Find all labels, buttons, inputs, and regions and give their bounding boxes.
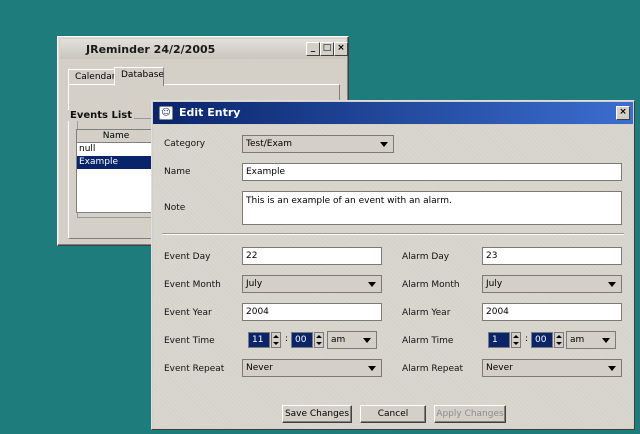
time-separator: : [525,334,529,344]
alarm-month-value: July [486,279,503,289]
window-title: JReminder 24/2/2005 [86,43,216,56]
event-minute-field[interactable]: 00 [291,332,313,348]
event-hour-spinner[interactable] [271,332,281,348]
chevron-down-icon [608,366,616,371]
note-label: Note [164,203,186,213]
event-ampm-select[interactable]: am [327,331,377,349]
event-hour-field[interactable]: 11 [248,332,270,348]
events-list-label: Events List [68,110,134,121]
alarm-year-label: Alarm Year [402,308,451,318]
alarm-hour-spinner[interactable] [511,332,521,348]
spin-down-icon [316,342,322,345]
dialog-title: Edit Entry [179,106,241,119]
category-label: Category [164,139,206,149]
chevron-down-icon [608,282,616,287]
alarm-minute-field[interactable]: 00 [531,332,553,348]
alarm-hour-field[interactable]: 1 [488,332,510,348]
alarm-ampm-select[interactable]: am [566,331,616,349]
spin-up-icon [556,335,562,338]
maximize-button[interactable]: □ [320,42,334,56]
event-day-field[interactable]: 22 [242,247,382,265]
alarm-repeat-label: Alarm Repeat [402,364,464,374]
cancel-button[interactable]: Cancel [360,405,426,423]
close-button[interactable]: × [334,42,348,56]
note-field[interactable]: This is an example of an event with an a… [242,191,622,225]
alarm-day-label: Alarm Day [402,252,450,262]
alarm-repeat-select[interactable]: Never [482,359,622,377]
list-item[interactable]: null [77,143,155,156]
event-repeat-select[interactable]: Never [242,359,382,377]
tab-calendar[interactable]: Calendar [68,69,115,85]
jreminder-titlebar[interactable]: JReminder 24/2/2005 _ □ × [60,39,348,59]
name-field[interactable]: Example [242,163,622,181]
event-time-label: Event Time [164,336,215,346]
alarm-day-field[interactable]: 23 [482,247,622,265]
alarm-month-select[interactable]: July [482,275,622,293]
chevron-down-icon [380,142,388,147]
spin-down-icon [273,342,279,345]
category-select[interactable]: Test/Exam [242,135,394,153]
tab-database[interactable]: Database [114,67,164,86]
app-icon: ☺ [159,106,173,120]
apply-changes-button[interactable]: Apply Changes [434,405,506,423]
event-month-value: July [246,279,263,289]
alarm-time-label: Alarm Time [402,336,454,346]
spin-up-icon [273,335,279,338]
event-repeat-value: Never [246,363,273,373]
time-separator: : [285,334,289,344]
event-year-field[interactable]: 2004 [242,303,382,321]
edit-entry-dialog: ☺ Edit Entry × Category Test/Exam Name E… [151,100,635,430]
spin-up-icon [513,335,519,338]
chevron-down-icon [602,338,610,343]
event-day-label: Event Day [164,252,211,262]
chevron-down-icon [363,338,371,343]
event-month-select[interactable]: July [242,275,382,293]
alarm-year-field[interactable]: 2004 [482,303,622,321]
minimize-button[interactable]: _ [306,42,320,56]
save-changes-button[interactable]: Save Changes [282,405,352,423]
alarm-ampm-value: am [570,335,585,345]
divider [162,233,624,235]
column-header-name[interactable]: Name [77,130,155,143]
spin-up-icon [316,335,322,338]
alarm-minute-spinner[interactable] [554,332,564,348]
event-repeat-label: Event Repeat [164,364,225,374]
alarm-repeat-value: Never [486,363,513,373]
chevron-down-icon [368,366,376,371]
event-ampm-value: am [331,335,346,345]
dialog-titlebar[interactable]: ☺ Edit Entry × [153,102,633,124]
events-list[interactable]: Name null Example [76,129,156,213]
name-label: Name [164,167,191,177]
chevron-down-icon [368,282,376,287]
alarm-month-label: Alarm Month [402,280,460,290]
event-month-label: Event Month [164,280,221,290]
category-value: Test/Exam [246,139,293,149]
event-year-label: Event Year [164,308,212,318]
spin-down-icon [556,342,562,345]
event-minute-spinner[interactable] [314,332,324,348]
dialog-close-button[interactable]: × [616,106,630,120]
spin-down-icon [513,342,519,345]
list-item-selected[interactable]: Example [77,156,155,169]
